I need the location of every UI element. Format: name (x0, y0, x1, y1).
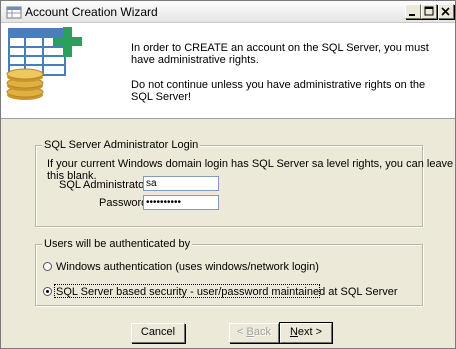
maximize-button[interactable] (421, 4, 437, 19)
header-message: In order to CREATE an account on the SQL… (131, 42, 431, 103)
password-input[interactable] (143, 195, 219, 210)
windows-auth-label[interactable]: Windows authentication (uses windows/net… (56, 261, 319, 273)
back-mnemonic: B (246, 326, 254, 338)
header-line-1: In order to CREATE an account on the SQL… (131, 42, 429, 66)
admin-login-legend: SQL Server Administrator Login (42, 139, 201, 151)
table-add-coins-icon (6, 27, 82, 100)
back-prefix: < (237, 326, 247, 338)
windows-auth-radio[interactable] (43, 262, 52, 271)
back-suffix: ack (253, 326, 271, 338)
next-mnemonic: N (289, 326, 298, 338)
minimize-icon (409, 14, 415, 16)
next-suffix: ext > (297, 326, 323, 338)
cancel-button[interactable]: Cancel (131, 323, 185, 343)
app-icon (6, 6, 22, 19)
back-button[interactable]: < Back (229, 323, 279, 343)
admin-id-input[interactable] (143, 176, 219, 191)
header-line-2: Do not continue unless you have administ… (131, 79, 426, 103)
close-icon (441, 7, 450, 16)
title-bar[interactable]: Account Creation Wizard (1, 1, 455, 23)
sql-auth-radio[interactable] (43, 287, 52, 296)
next-button[interactable]: Next > (279, 322, 333, 344)
close-button[interactable] (438, 4, 454, 19)
auth-legend: Users will be authenticated by (42, 238, 193, 250)
wizard-header: In order to CREATE an account on the SQL… (1, 23, 455, 119)
minimize-button[interactable] (405, 4, 421, 19)
wizard-window: Account Creation Wizard In order to CREA… (0, 0, 456, 349)
sql-auth-label[interactable]: SQL Server based security - user/passwor… (56, 286, 398, 298)
window-title: Account Creation Wizard (25, 5, 158, 19)
maximize-icon (424, 6, 434, 16)
